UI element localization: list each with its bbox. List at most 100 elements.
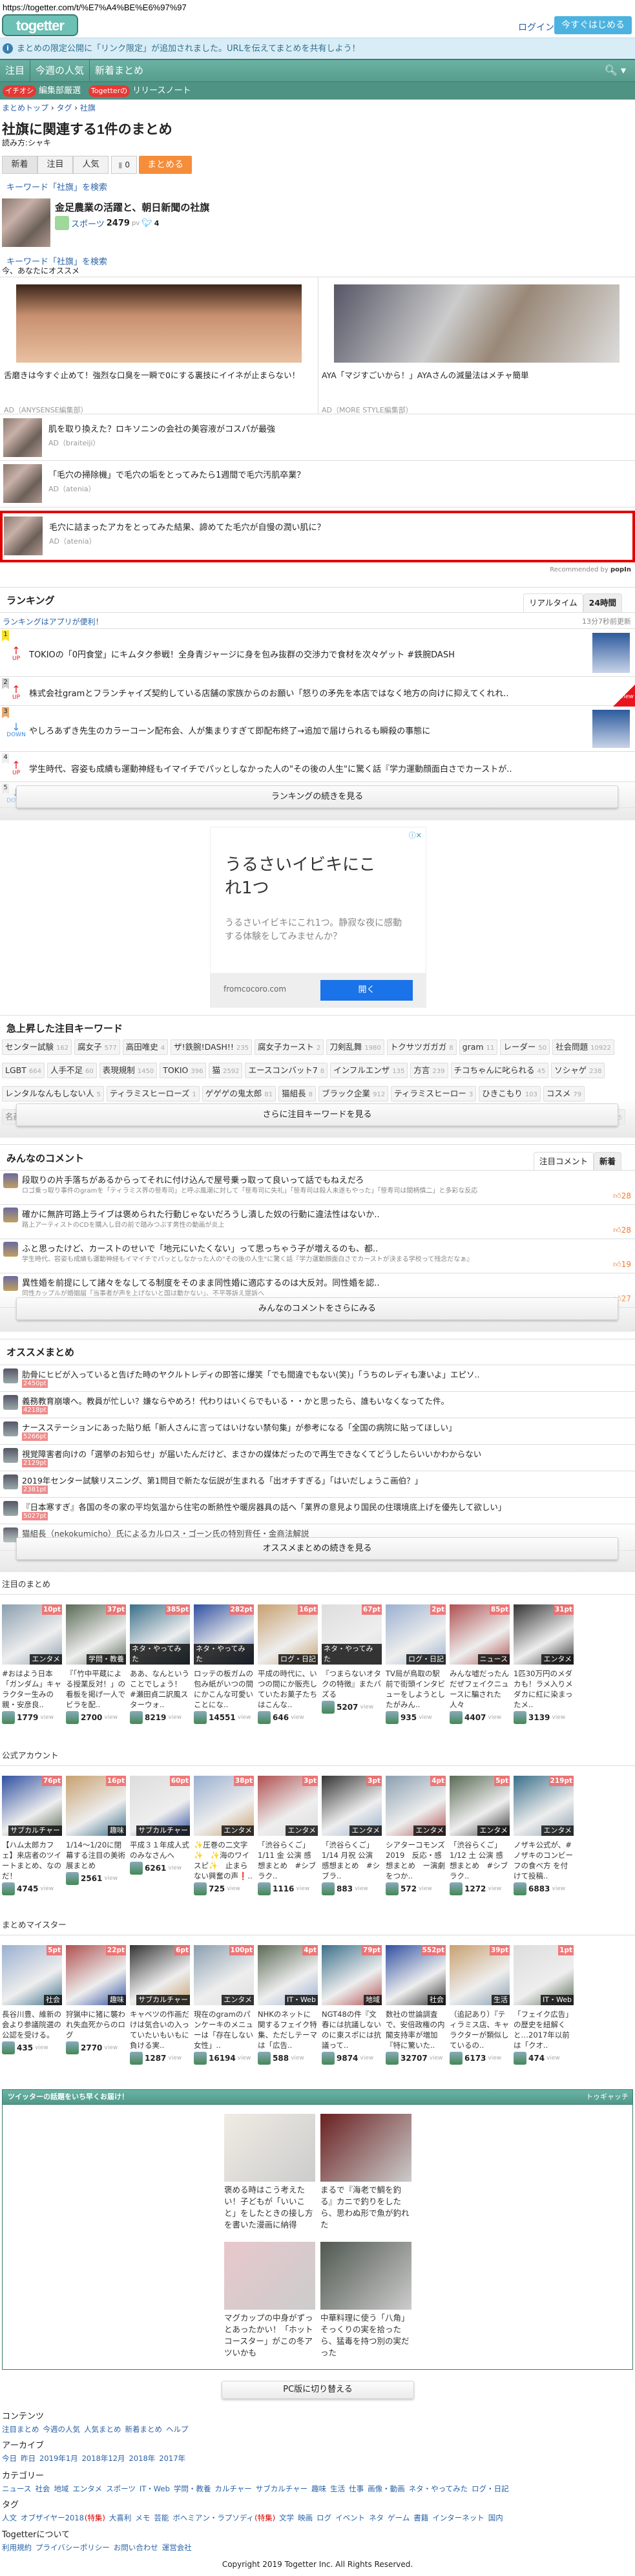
keyword-tag[interactable]: チコちゃんに叱られる 45 <box>450 1063 549 1078</box>
grid-item[interactable]: 22pt 趣味 狩猟中に猪に襲われ失血死からのログ 2770 view <box>66 1945 126 2065</box>
footer-link[interactable]: ニュース <box>2 2484 31 2494</box>
grid-category[interactable]: 社会 <box>44 1995 62 2005</box>
user-avatar[interactable] <box>258 1711 271 1724</box>
user-avatar[interactable] <box>66 1872 79 1885</box>
ad-title-1[interactable]: 舌磨きは今すぐ止めて！強烈な口臭を一瞬で0にする裏技にイイネが止まらない！ <box>4 368 300 381</box>
footer-link[interactable]: IT・Web <box>140 2484 170 2494</box>
footer-link[interactable]: メモ <box>135 2513 150 2523</box>
footer-link[interactable]: カルチャー <box>214 2484 251 2494</box>
list-ad[interactable]: 肌を取り換えた？ロキソニンの会社の美容液がコスパが最強 AD（braiteiji） <box>3 418 623 460</box>
subnav-editors[interactable]: 編集部厳選 <box>39 83 81 96</box>
osusume-item[interactable]: 2019年センター試験リスニング、第1問目で新たな伝説が生まれる「出オチすぎる」… <box>0 1471 635 1498</box>
osusume-title[interactable]: 『日本寒すぎ』各国の冬の家の平均気温から住宅の断熱性や暖房器具の話へ「業界の意見… <box>22 1500 506 1513</box>
grid-category[interactable]: ニュース <box>477 1654 510 1665</box>
grid-item[interactable]: 79pt 地域 NGT48の件『文春には抗議しないのに東スポには抗議って.. 9874… <box>322 1945 382 2065</box>
user-avatar[interactable] <box>450 2052 463 2065</box>
grid-title[interactable]: 現在のgramのパンケーキのメニューは「存在しない女性」.. <box>194 2009 254 2050</box>
keyword-tag[interactable]: レーダー 50 <box>500 1039 550 1055</box>
user-avatar[interactable] <box>194 2052 207 2065</box>
banner-text[interactable]: まとめの限定公開に「リンク限定」が追加されました。URLを伝えてまとめを共有しよ… <box>17 44 360 54</box>
ranking-title[interactable]: 学生時代、容姿も成績も運動神経もイマイチでパッとしなかった人の"その後の人生"に… <box>29 762 512 774</box>
grid-category[interactable]: エンタメ <box>286 1826 318 1836</box>
ad-headline[interactable]: うるさいイビキにこれ1つ <box>225 853 386 900</box>
footer-link[interactable]: お問い合わせ <box>114 2542 158 2553</box>
grid-category[interactable]: エンタメ <box>541 1654 574 1665</box>
footer-link[interactable]: インターネット <box>432 2513 484 2523</box>
osusume-title[interactable]: 肋骨にヒビが入っていると告げた時のヤクルトレディの即答に爆笑「でも間違でもない(… <box>22 1368 479 1380</box>
grid-title[interactable]: （追記あり）『ティラミス店、キャラクターが類似しているの.. <box>450 2009 510 2050</box>
togetch-title[interactable]: 中華料理に使う「八角」そっくりの実を拾ったら、猛毒を持つ別の実だった <box>320 2312 411 2359</box>
comment-item[interactable]: ふと思ったけど、カーストのせいで「地元にいたくない」って思っちゃう子が増えるのも… <box>0 1239 635 1273</box>
keyword-tag[interactable]: エースコンバット7 8 <box>245 1063 328 1078</box>
grid-category[interactable]: エンタメ <box>222 1826 254 1836</box>
keyword-tag[interactable]: TOKIO 396 <box>160 1063 207 1078</box>
grid-item[interactable]: 385pt ネタ・やってみた ああ、なんということでしょう！ #瀬田貞二訳風スターウ… <box>130 1604 190 1724</box>
user-avatar[interactable] <box>194 1882 207 1895</box>
nav-attention[interactable]: 注目 <box>0 60 31 81</box>
tab-featured-comments[interactable]: 注目コメント <box>534 1152 594 1171</box>
user-avatar[interactable] <box>130 2052 143 2065</box>
grid-title[interactable]: 長谷川豊、維新の会より参議院選の公認を受ける。 <box>2 2009 62 2040</box>
keyword-tag[interactable]: 表現規制 1450 <box>99 1063 158 1078</box>
grid-category[interactable]: エンタメ <box>30 1654 62 1665</box>
user-avatar[interactable] <box>2 2041 15 2054</box>
grid-category[interactable]: 生活 <box>492 1995 510 2005</box>
user-avatar[interactable] <box>514 1882 526 1895</box>
grid-title[interactable]: キャベツの作画だけは気合いの入っていたいもいもに負ける実.. <box>130 2009 190 2050</box>
togetch-title[interactable]: マグカップの中身がずっとあったかい！「ホットコースター」がこの冬アツいかも <box>224 2312 315 2359</box>
grid-title[interactable]: 「渋谷らくご」1/14 月祝 公演 感想まとめ #シブラ.. <box>322 1840 382 1881</box>
comment-source[interactable]: 学生時代、容姿も成績も運動神経もイマイチでパッとしなかった人の"その後の人生"に… <box>22 1253 473 1263</box>
footer-link[interactable]: 新着まとめ <box>125 2424 163 2434</box>
grid-title[interactable]: 「フェイク広告」の歴史を紐解くと…2017年以前は「クオ.. <box>514 2009 574 2050</box>
grid-title[interactable]: ✨圧巻の二文字✨ ✨海のワイスピ✨ 止まらない興奮の声❗.. <box>194 1840 254 1881</box>
grid-category[interactable]: ネタ・やってみた <box>322 1644 382 1665</box>
grid-category[interactable]: サブカルチャー <box>136 1995 190 2005</box>
osusume-title[interactable]: 2019年センター試験リスニング、第1問目で新たな伝説が生まれる「出オチすぎる」… <box>22 1474 422 1486</box>
grid-title[interactable]: ああ、なんということでしょう！ #瀬田貞二訳風スターウォ.. <box>130 1668 190 1710</box>
grid-item[interactable]: 4pt エンタメ シアターコモンズ2019 反応・感想まとめ ー演劇をつか.. 572… <box>386 1776 446 1895</box>
recommended-by[interactable]: Recommended by popIn <box>550 566 631 573</box>
togetch-title[interactable]: まるで『海老で鯛を釣る』カニで釣りをしたら、思わぬ形で魚が釣れた <box>320 2184 411 2231</box>
grid-title[interactable]: 数社の世論調査で、安倍政権の内閣支持率が増加『特に驚いた.. <box>386 2009 446 2050</box>
keyword-search-link[interactable]: キーワード「社旗」を検索 <box>6 180 107 193</box>
footer-link[interactable]: スポーツ <box>106 2484 136 2494</box>
ranking-title[interactable]: TOKIOの「0円食堂」にキムタク参戦！全身青ジャージに身を包み抜群の交渉力で食… <box>29 648 455 660</box>
togetch-item[interactable]: まるで『海老で鯛を釣る』カニで釣りをしたら、思わぬ形で魚が釣れた <box>320 2114 411 2231</box>
tab-realtime[interactable]: リアルタイム <box>523 593 583 612</box>
item-category[interactable]: スポーツ <box>71 217 105 229</box>
sort-popular[interactable]: 人気 <box>73 156 109 174</box>
item-title[interactable]: 金足農業の活躍と、朝日新聞の社旗 <box>55 200 209 214</box>
user-avatar[interactable] <box>130 1862 143 1875</box>
grid-item[interactable]: 85pt ニュース みんな嘘だったんだぜフェイクニュースに騙された人々 4407 vie… <box>450 1604 510 1724</box>
search-icon[interactable]: 🔍︎ ▾ <box>605 64 626 76</box>
footer-link[interactable]: 大喜利 <box>109 2513 132 2523</box>
grid-item[interactable]: 31pt エンタメ 1匹30万円のメダカも！ラメ入りメダカに紅に染まったメ.. 313… <box>514 1604 574 1724</box>
keyword-tag[interactable]: 猫 2592 <box>209 1063 243 1078</box>
comment-text[interactable]: 確かに無許可路上ライブは褒められた行動じゃないだろうし潰した奴の行動に違法性はな… <box>22 1208 380 1220</box>
grid-category[interactable]: ログ・日記 <box>406 1654 446 1665</box>
ranking-row[interactable]: 2 ↑ UP 株式会社gramとフランチャイズ契約している店舗の家族からのお願い「怒り… <box>0 677 635 707</box>
footer-link[interactable]: 人文 <box>2 2513 17 2523</box>
osusume-title[interactable]: ナースステーションにあった貼り紙「新人さんに言ってはいけない禁句集」が参考になる… <box>22 1421 457 1433</box>
osusume-more-button[interactable]: オススメまとめの続きを見る <box>16 1537 618 1560</box>
grid-category[interactable]: ネタ・やってみた <box>130 1644 190 1665</box>
grid-category[interactable]: IT・Web <box>285 1995 318 2005</box>
grid-item[interactable]: 2pt ログ・日記 TV局が鳥取の駅前で街頭インタビューをしようとしたがみん.. 93… <box>386 1604 446 1724</box>
footer-link[interactable]: ネタ・やってみた <box>409 2484 468 2494</box>
footer-link[interactable]: オブザイヤー2018 <box>21 2513 84 2523</box>
grid-title[interactable]: 『「竹中平蔵による授業反対！」の看板を掲げ一人でビラを配.. <box>66 1668 126 1710</box>
grid-item[interactable]: 39pt 生活 （追記あり）『ティラミス店、キャラクターが類似しているの.. 6173… <box>450 1945 510 2065</box>
keyword-tag[interactable]: LGBT 664 <box>2 1063 45 1078</box>
grid-item[interactable]: 60pt サブカルチャー 平成３１年成人式のみなさんへ 6261 view <box>130 1776 190 1895</box>
footer-link[interactable]: 人気まとめ <box>84 2424 121 2434</box>
grid-item[interactable]: 16pt 趣味 1/14〜1/20に閉幕する注目の美術展まとめ 2561 view <box>66 1776 126 1895</box>
footer-link[interactable]: ヘルプ <box>166 2424 189 2434</box>
comment-source[interactable]: 路上アーティストのCDを購入し目の前で踏みつぶす男性の動画が炎上 <box>22 1219 224 1229</box>
user-avatar[interactable] <box>194 1711 207 1724</box>
ad-title-2[interactable]: AYA「マジすごいから！」AYAさんの減量法はメチャ簡単 <box>322 368 528 381</box>
grid-title[interactable]: ノザキ公式が、#ノザキのコンビーフの食べ方 を付けて投稿.. <box>514 1840 574 1881</box>
footer-link[interactable]: 今日 <box>2 2453 17 2464</box>
footer-link[interactable]: イベント <box>335 2513 365 2523</box>
footer-link[interactable]: 国内 <box>488 2513 503 2523</box>
keyword-tag[interactable]: センター試験 162 <box>2 1039 72 1055</box>
